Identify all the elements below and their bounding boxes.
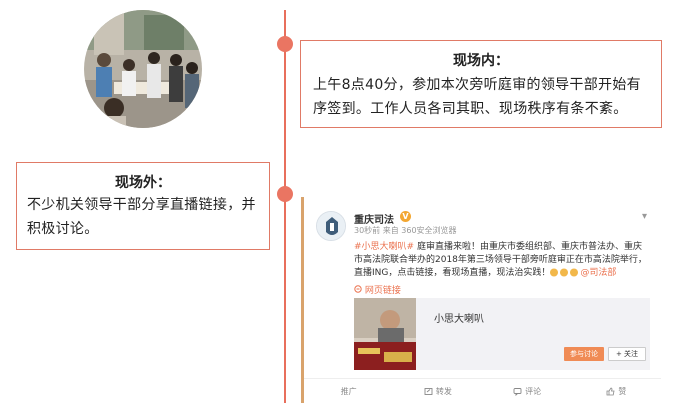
chevron-down-icon[interactable]: ▾ [642, 211, 647, 222]
repost-action[interactable]: 转发 [393, 379, 482, 403]
weibo-post-screenshot: 重庆司法 V 30秒前 来自 360安全浏览器 ▾ #小思大喇叭# 庭审直播来啦… [301, 197, 661, 403]
mention-link[interactable]: @司法部 [580, 268, 616, 278]
promote-action[interactable]: 推广 [304, 379, 393, 403]
outside-scene-card: 现场外： 不少机关领导干部分享直播链接，并积极讨论。 [16, 162, 270, 250]
web-link-label: 网页链接 [364, 286, 401, 296]
comment-icon [513, 387, 522, 396]
author-avatar[interactable] [316, 211, 346, 241]
post-meta: 30秒前 来自 360安全浏览器 [354, 226, 457, 235]
post-action-bar: 推广 转发 评论 赞 [304, 378, 661, 403]
inside-scene-text: 上午8点40分，参加本次旁听庭审的领导干部开始有序签到。工作人员各司其职、现场秩… [313, 77, 641, 117]
discuss-button[interactable]: 参与讨论 [564, 347, 604, 361]
event-photo [84, 10, 202, 128]
timeline-line [284, 10, 286, 403]
comment-label: 评论 [525, 386, 542, 396]
thumbs-up-emoji-icon [550, 268, 579, 277]
outside-scene-title: 现场外： [115, 175, 171, 191]
follow-button[interactable]: + 关注 [608, 347, 646, 361]
web-link[interactable]: 网页链接 [354, 283, 401, 296]
repost-icon [424, 387, 433, 395]
hashtag-link[interactable]: #小思大喇叭# [354, 242, 414, 252]
verified-icon: V [400, 211, 411, 222]
thumbs-up-icon [606, 387, 615, 395]
timeline-dot [277, 36, 293, 52]
promote-label: 推广 [340, 386, 357, 396]
link-icon [354, 285, 362, 293]
outside-scene-text: 不少机关领导干部分享直播链接，并积极讨论。 [27, 197, 256, 237]
timeline-dot [277, 186, 293, 202]
shared-content-title: 小思大喇叭 [434, 314, 484, 325]
shared-content-card[interactable]: 小思大喇叭 参与讨论 + 关注 [354, 298, 650, 370]
post-body: #小思大喇叭# 庭审直播来啦！由重庆市委组织部、重庆市普法办、重庆市高法院联合举… [354, 241, 650, 280]
author-name[interactable]: 重庆司法 [354, 211, 394, 226]
like-action[interactable]: 赞 [572, 379, 661, 403]
like-label: 赞 [618, 386, 627, 396]
shared-content-thumbnail [354, 298, 416, 370]
repost-label: 转发 [435, 386, 452, 396]
inside-scene-title: 现场内： [453, 53, 509, 69]
inside-scene-card: 现场内： 上午8点40分，参加本次旁听庭审的领导干部开始有序签到。工作人员各司其… [300, 40, 662, 128]
comment-action[interactable]: 评论 [483, 379, 572, 403]
